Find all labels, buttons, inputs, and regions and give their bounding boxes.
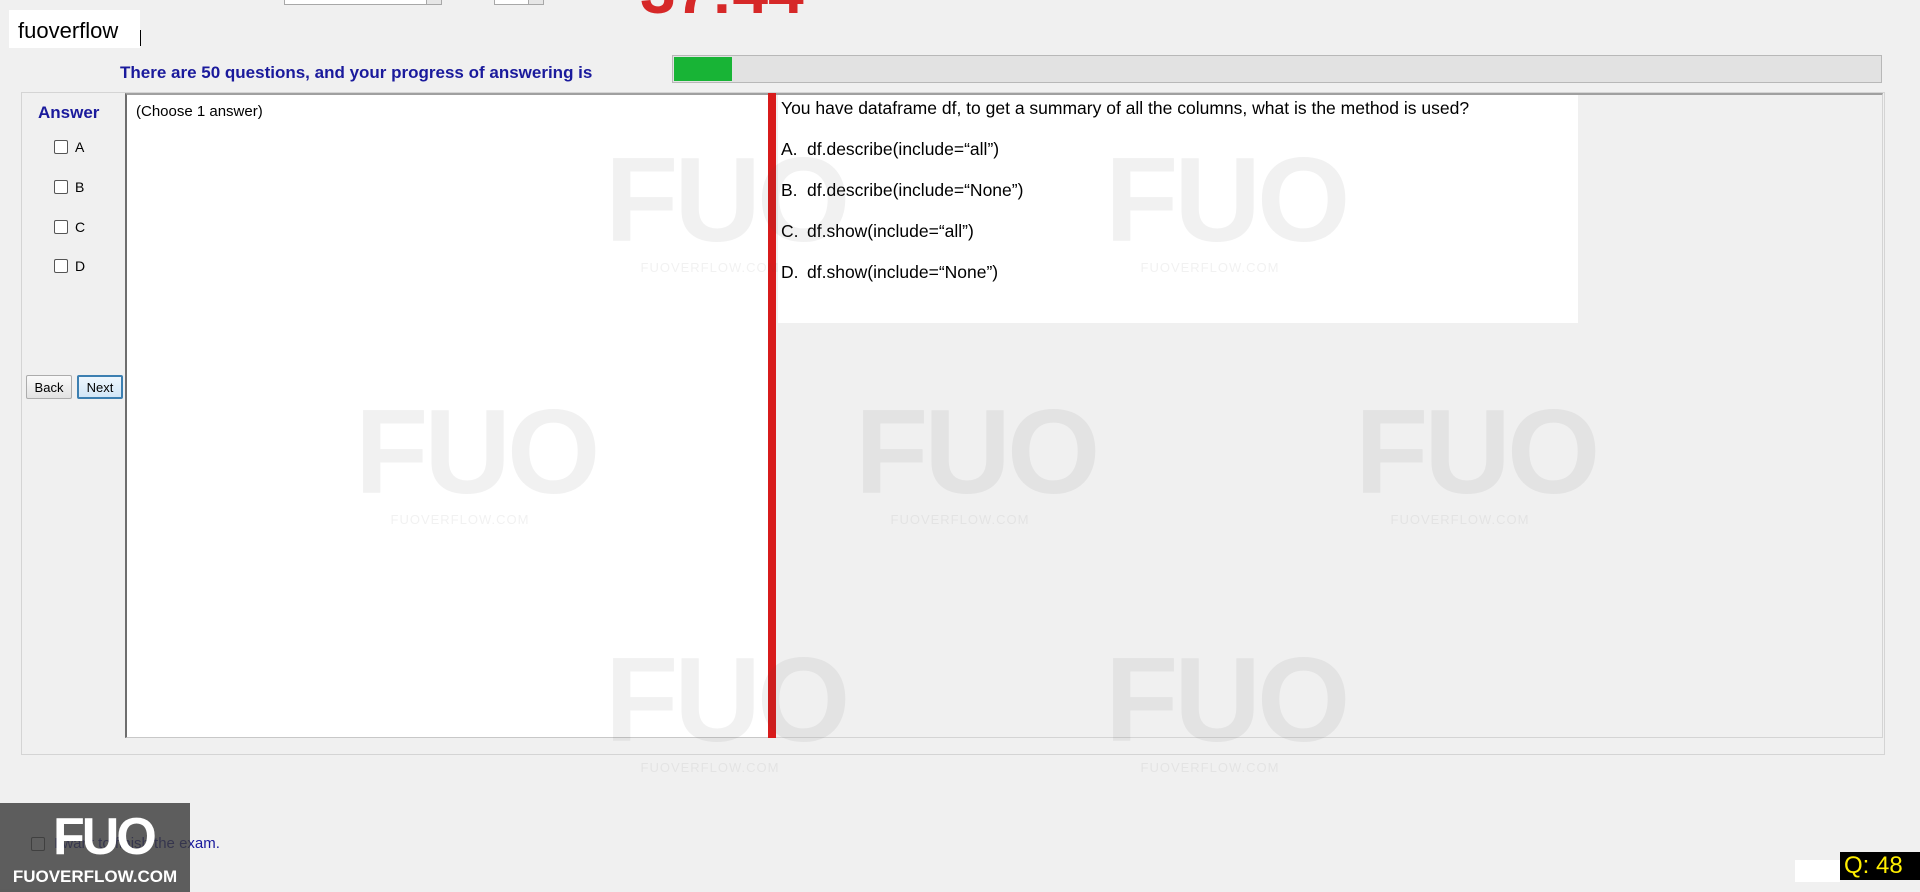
- counter-backdrop: [1795, 860, 1840, 882]
- question-option-b: B. df.describe(include=“None”): [781, 180, 1024, 200]
- top-small-combo[interactable]: [494, 0, 544, 5]
- question-text: You have dataframe df, to get a summary …: [781, 98, 1470, 118]
- top-combo-box[interactable]: [284, 0, 442, 5]
- small-combo-arrow[interactable]: [528, 0, 543, 4]
- fuoverflow-logo: FUO FUOVERFLOW.COM: [0, 803, 190, 892]
- logo-site-name: FUOVERFLOW.COM: [12, 867, 178, 886]
- panel-splitter[interactable]: [768, 93, 776, 738]
- back-button[interactable]: Back: [26, 375, 72, 399]
- question-option-a: A. df.describe(include=“all”): [781, 139, 1000, 159]
- answer-a-checkbox[interactable]: [54, 140, 68, 154]
- answer-c-checkbox[interactable]: [54, 220, 68, 234]
- progress-label: There are 50 questions, and your progres…: [120, 63, 593, 82]
- answer-c-label: C: [75, 219, 86, 235]
- question-option-c: C. df.show(include=“all”): [781, 221, 974, 241]
- text-caret: [140, 30, 141, 46]
- countdown-timer: 37:44: [640, 0, 820, 16]
- combo-dropdown-arrow[interactable]: [426, 0, 441, 4]
- answer-heading: Answer: [38, 103, 100, 122]
- answer-option-d[interactable]: D: [54, 256, 85, 276]
- answer-option-a[interactable]: A: [54, 137, 84, 157]
- progress-bar: [672, 55, 1882, 83]
- next-button[interactable]: Next: [77, 375, 123, 399]
- brand-label: fuoverflow: [18, 18, 119, 43]
- question-option-d: D. df.show(include=“None”): [781, 262, 999, 282]
- answer-b-label: B: [75, 179, 85, 195]
- answer-option-c[interactable]: C: [54, 217, 85, 237]
- question-counter: Q: 48: [1840, 852, 1920, 880]
- answer-d-label: D: [75, 258, 86, 274]
- answer-b-checkbox[interactable]: [54, 180, 68, 194]
- logo-mark: FUO: [53, 808, 157, 866]
- progress-bar-fill: [674, 57, 732, 81]
- choose-hint: (Choose 1 answer): [136, 103, 263, 120]
- answer-d-checkbox[interactable]: [54, 259, 68, 273]
- answer-option-b[interactable]: B: [54, 177, 84, 197]
- answer-a-label: A: [75, 139, 85, 155]
- answer-work-panel: (Choose 1 answer): [125, 93, 770, 738]
- question-box: You have dataframe df, to get a summary …: [778, 95, 1578, 323]
